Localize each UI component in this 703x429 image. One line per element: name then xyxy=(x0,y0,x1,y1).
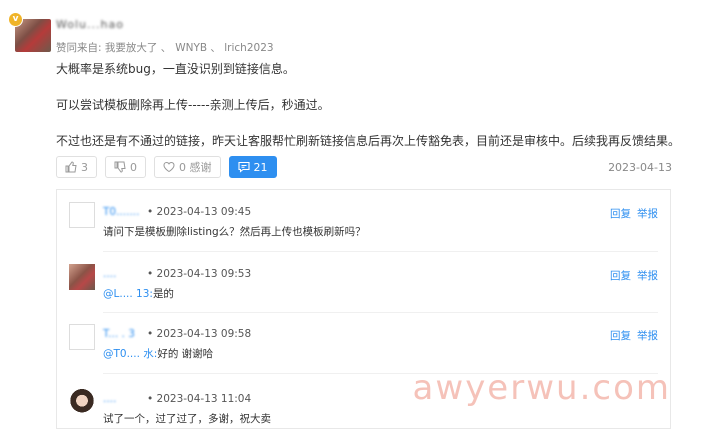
reply-author[interactable]: .... xyxy=(103,268,116,280)
reply-button[interactable]: 回复 xyxy=(610,270,631,282)
reply-avatar[interactable] xyxy=(69,202,95,228)
post-actions: 3 0 0 感谢 21 xyxy=(56,156,277,178)
heart-icon xyxy=(163,161,175,173)
comment-icon xyxy=(237,161,250,173)
comments-button[interactable]: 21 xyxy=(228,156,277,178)
report-button[interactable]: 举报 xyxy=(637,330,658,342)
reply-actions: 回复 举报 xyxy=(604,328,658,343)
author-name[interactable]: Wolu...hao xyxy=(56,18,124,31)
reply-time: • 2023-04-13 11:04 xyxy=(147,393,252,405)
approvers-line: 赞同来自: 我要放大了 、 WNYB 、 lrich2023 xyxy=(56,40,274,55)
reply-avatar[interactable] xyxy=(69,324,95,350)
post-paragraph-2: 可以尝试模板删除再上传-----亲测上传后，秒通过。 xyxy=(56,98,330,112)
approvers-label: 赞同来自: 我要放大了 、 xyxy=(56,42,172,54)
reply-actions: 回复 举报 xyxy=(604,268,658,283)
post-paragraph-1: 大概率是系统bug，一直没识别到链接信息。 xyxy=(56,62,295,76)
reply-text: 试了一个，过了过了，多谢，祝大卖 xyxy=(103,411,271,426)
reply-time: • 2023-04-13 09:58 xyxy=(147,328,252,340)
reply-divider xyxy=(103,312,658,313)
reply-mention[interactable]: @L.... 13: xyxy=(103,288,153,300)
post-date: 2023-04-13 xyxy=(608,161,672,174)
reply-divider xyxy=(103,251,658,252)
reply-author[interactable]: .... xyxy=(103,393,116,405)
post-paragraph-3: 不过也还是有不通过的链接，昨天让客服帮忙刷新链接信息后再次上传豁免表，目前还是审… xyxy=(56,134,681,148)
reply-text: 请问下是模板删除listing么？然后再上传也模板刷新吗？ xyxy=(103,224,366,239)
thumbs-down-icon xyxy=(114,161,126,173)
reply-avatar[interactable] xyxy=(69,264,95,290)
reply-text: @T0.... 水:好的 谢谢哈 xyxy=(103,346,213,361)
watermark: awyerwu.com xyxy=(412,368,671,408)
reply-button[interactable]: 回复 xyxy=(610,208,631,220)
comments-count: 21 xyxy=(253,160,268,174)
reply-time: • 2023-04-13 09:53 xyxy=(147,268,252,280)
upvote-button[interactable]: 3 xyxy=(56,156,97,178)
thanks-label: 0 感谢 xyxy=(179,161,212,174)
reply-actions: 回复 举报 xyxy=(604,206,658,221)
reply-text-body: 好的 谢谢哈 xyxy=(157,348,214,360)
reply-text-body: 试了一个，过了过了，多谢，祝大卖 xyxy=(103,413,271,425)
report-button[interactable]: 举报 xyxy=(637,208,658,220)
downvote-count: 0 xyxy=(130,160,137,174)
reply-avatar[interactable] xyxy=(69,389,95,415)
upvote-count: 3 xyxy=(81,160,88,174)
reply-author[interactable]: T0....... xyxy=(103,206,139,218)
approvers-names[interactable]: WNYB 、 lrich2023 xyxy=(175,42,273,54)
reply-time: • 2023-04-13 09:45 xyxy=(147,206,252,218)
report-button[interactable]: 举报 xyxy=(637,270,658,282)
thumbs-up-icon xyxy=(65,161,77,173)
reply-text-body: 是的 xyxy=(152,288,174,300)
verified-badge-icon: v xyxy=(8,12,23,27)
downvote-button[interactable]: 0 xyxy=(105,156,146,178)
reply-author[interactable]: T... . 3 xyxy=(103,328,135,340)
reply-mention[interactable]: @T0.... 水: xyxy=(103,348,157,360)
reply-text: @L.... 13:是的 xyxy=(103,286,174,301)
reply-text-body: 请问下是模板删除listing么？然后再上传也模板刷新吗？ xyxy=(103,226,366,238)
reply-button[interactable]: 回复 xyxy=(610,330,631,342)
thanks-button[interactable]: 0 感谢 xyxy=(154,156,221,178)
